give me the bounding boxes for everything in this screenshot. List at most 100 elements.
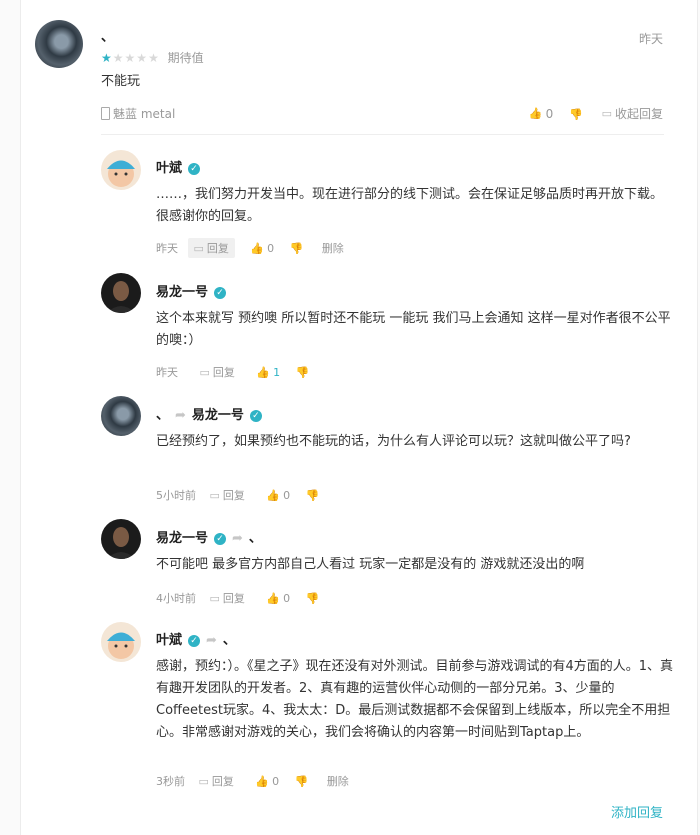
reply-time: 昨天 [156, 366, 178, 379]
star-icon: ★ [112, 51, 124, 65]
avatar[interactable] [35, 20, 83, 68]
divider [101, 134, 664, 135]
avatar[interactable] [101, 519, 141, 559]
star-icon: ★ [148, 51, 159, 65]
reply-author[interactable]: 叶斌 ✓ [156, 157, 201, 176]
author-name: 叶斌 [156, 633, 183, 648]
reply-content: ……，我们努力开发当中。现在进行部分的线下测试。会在保证足够品质时再开放下载。很… [156, 187, 664, 224]
reply-meta: 5小时前 ▭ 回复 👍 0 👎 [156, 485, 322, 505]
thumbs-down-icon: 👎 [294, 774, 309, 788]
upvote-button[interactable]: 👍 0 [255, 774, 279, 788]
device-name: 魅蓝 metal [113, 107, 176, 121]
reply-time: 5小时前 [156, 489, 196, 502]
upvote-button[interactable]: 👍 0 [529, 106, 553, 121]
downvote-button[interactable]: 👎 [569, 107, 586, 121]
verified-icon: ✓ [249, 409, 262, 422]
downvote-button[interactable]: 👎 [306, 488, 323, 502]
upvote-button[interactable]: 👍 0 [250, 241, 274, 255]
device-info: 魅蓝 metal [101, 105, 175, 122]
reply-label: 回复 [211, 775, 234, 788]
author-name: 易龙一号 [156, 531, 209, 546]
avatar-image [107, 632, 135, 659]
thumbs-up-icon: 👍 [266, 488, 281, 502]
reply-target-name[interactable]: 、 [249, 531, 262, 546]
reply-label: 回复 [212, 366, 235, 379]
comment-icon: ▭ [193, 241, 204, 255]
upvote-count: 0 [545, 106, 554, 121]
rating-label: 期待值 [167, 51, 204, 65]
avatar-image [107, 160, 135, 187]
reply-author[interactable]: 易龙一号 ✓ ➦ 、 [156, 527, 262, 546]
verified-icon: ✓ [188, 162, 201, 175]
upvote-button[interactable]: 👍 0 [266, 488, 290, 502]
verified-icon: ✓ [188, 634, 201, 647]
reply-arrow-icon: ➦ [206, 633, 217, 648]
reply-meta: 昨天 ▭ 回复 👍 1 👎 [156, 362, 312, 382]
reply-button[interactable]: ▭ 回复 [194, 362, 241, 382]
avatar-image [107, 527, 135, 559]
upvote-count: 1 [273, 365, 281, 379]
reply-meta: 3秒前 ▭ 回复 👍 0 👎 删除 [156, 771, 349, 791]
thumbs-up-icon: 👍 [256, 365, 271, 379]
reply-target-name[interactable]: 、 [223, 633, 236, 648]
downvote-button[interactable]: 👎 [290, 241, 307, 255]
reply-author[interactable]: 、 ➦ 易龙一号 ✓ [156, 404, 262, 423]
avatar[interactable] [101, 150, 141, 190]
reply-button[interactable]: ▭ 回复 [204, 588, 251, 608]
delete-button[interactable]: 删除 [327, 773, 349, 789]
reply-content: 感谢，预约：）。《星之子》现在还没有对外测试。目前参与游戏调试的有4方面的人。1… [156, 659, 674, 740]
review-content: 不能玩 [101, 74, 141, 89]
avatar[interactable] [101, 622, 141, 662]
reply-button[interactable]: ▭ 回复 [193, 771, 240, 791]
thumbs-up-icon: 👍 [250, 241, 265, 255]
add-reply-link[interactable]: 添加回复 [611, 802, 663, 821]
thumbs-down-icon: 👎 [295, 365, 310, 379]
reply-content: 不可能吧 最多官方内部自己人看过 玩家一定都是没有的 游戏就还没出的啊 [156, 557, 585, 572]
thumbs-down-icon: 👎 [305, 488, 320, 502]
avatar[interactable] [101, 273, 141, 313]
comment-icon: ▭ [199, 365, 210, 379]
upvote-count: 0 [283, 591, 291, 605]
downvote-button[interactable]: 👎 [306, 591, 323, 605]
reply-meta: 昨天 ▭ 回复 👍 0 👎 删除 [156, 238, 344, 258]
comment-icon: ▭ [209, 591, 220, 605]
reply-author[interactable]: 叶斌 ✓ ➦ 、 [156, 629, 236, 648]
thumbs-up-icon: 👍 [255, 774, 270, 788]
author-name: 、 [156, 408, 170, 423]
reply-label: 回复 [222, 489, 245, 502]
review-date: 昨天 [638, 32, 663, 46]
upvote-button[interactable]: 👍 0 [266, 591, 290, 605]
thumbs-up-icon: 👍 [266, 591, 281, 605]
review-card: 、 昨天 ★★★★★ 期待值 不能玩 魅蓝 metal 👍 0 👎 ▭ 收起回复 叶… [20, 0, 698, 835]
downvote-button[interactable]: 👎 [296, 365, 313, 379]
reply-label: 回复 [206, 242, 229, 255]
reply-button[interactable]: ▭ 回复 [204, 485, 251, 505]
reply-time: 3秒前 [156, 775, 185, 788]
avatar-image [107, 281, 135, 313]
comment-icon: ▭ [601, 107, 612, 120]
rating-stars: ★★★★★ 期待值 [101, 49, 204, 66]
upvote-count: 0 [272, 774, 280, 788]
author-name: 叶斌 [156, 161, 183, 176]
reply-arrow-icon: ➦ [232, 531, 243, 546]
downvote-button[interactable]: 👎 [295, 774, 312, 788]
collapse-replies-button[interactable]: ▭ 收起回复 [602, 105, 663, 122]
avatar[interactable] [101, 396, 141, 436]
reply-content: 这个本来就写 预约噢 所以暂时还不能玩 一能玩 我们马上会通知 这样一星对作者很… [156, 311, 671, 348]
review-actions: 👍 0 👎 ▭ 收起回复 [529, 105, 663, 122]
reply-meta: 4小时前 ▭ 回复 👍 0 👎 [156, 588, 322, 608]
upvote-count: 0 [267, 241, 275, 255]
reply-author[interactable]: 易龙一号 ✓ [156, 281, 227, 300]
delete-button[interactable]: 删除 [322, 240, 344, 256]
reply-button[interactable]: ▭ 回复 [187, 238, 235, 258]
author-name: 易龙一号 [156, 285, 209, 300]
comment-icon: ▭ [198, 774, 209, 788]
star-icon: ★ [101, 51, 112, 65]
review-author[interactable]: 、 [101, 26, 114, 45]
star-icon: ★ [124, 51, 136, 65]
comment-icon: ▭ [209, 488, 220, 502]
reply-time: 4小时前 [156, 592, 196, 605]
upvote-button[interactable]: 👍 1 [256, 365, 280, 379]
verified-icon: ✓ [214, 532, 227, 545]
reply-target-name[interactable]: 易龙一号 [192, 408, 244, 423]
